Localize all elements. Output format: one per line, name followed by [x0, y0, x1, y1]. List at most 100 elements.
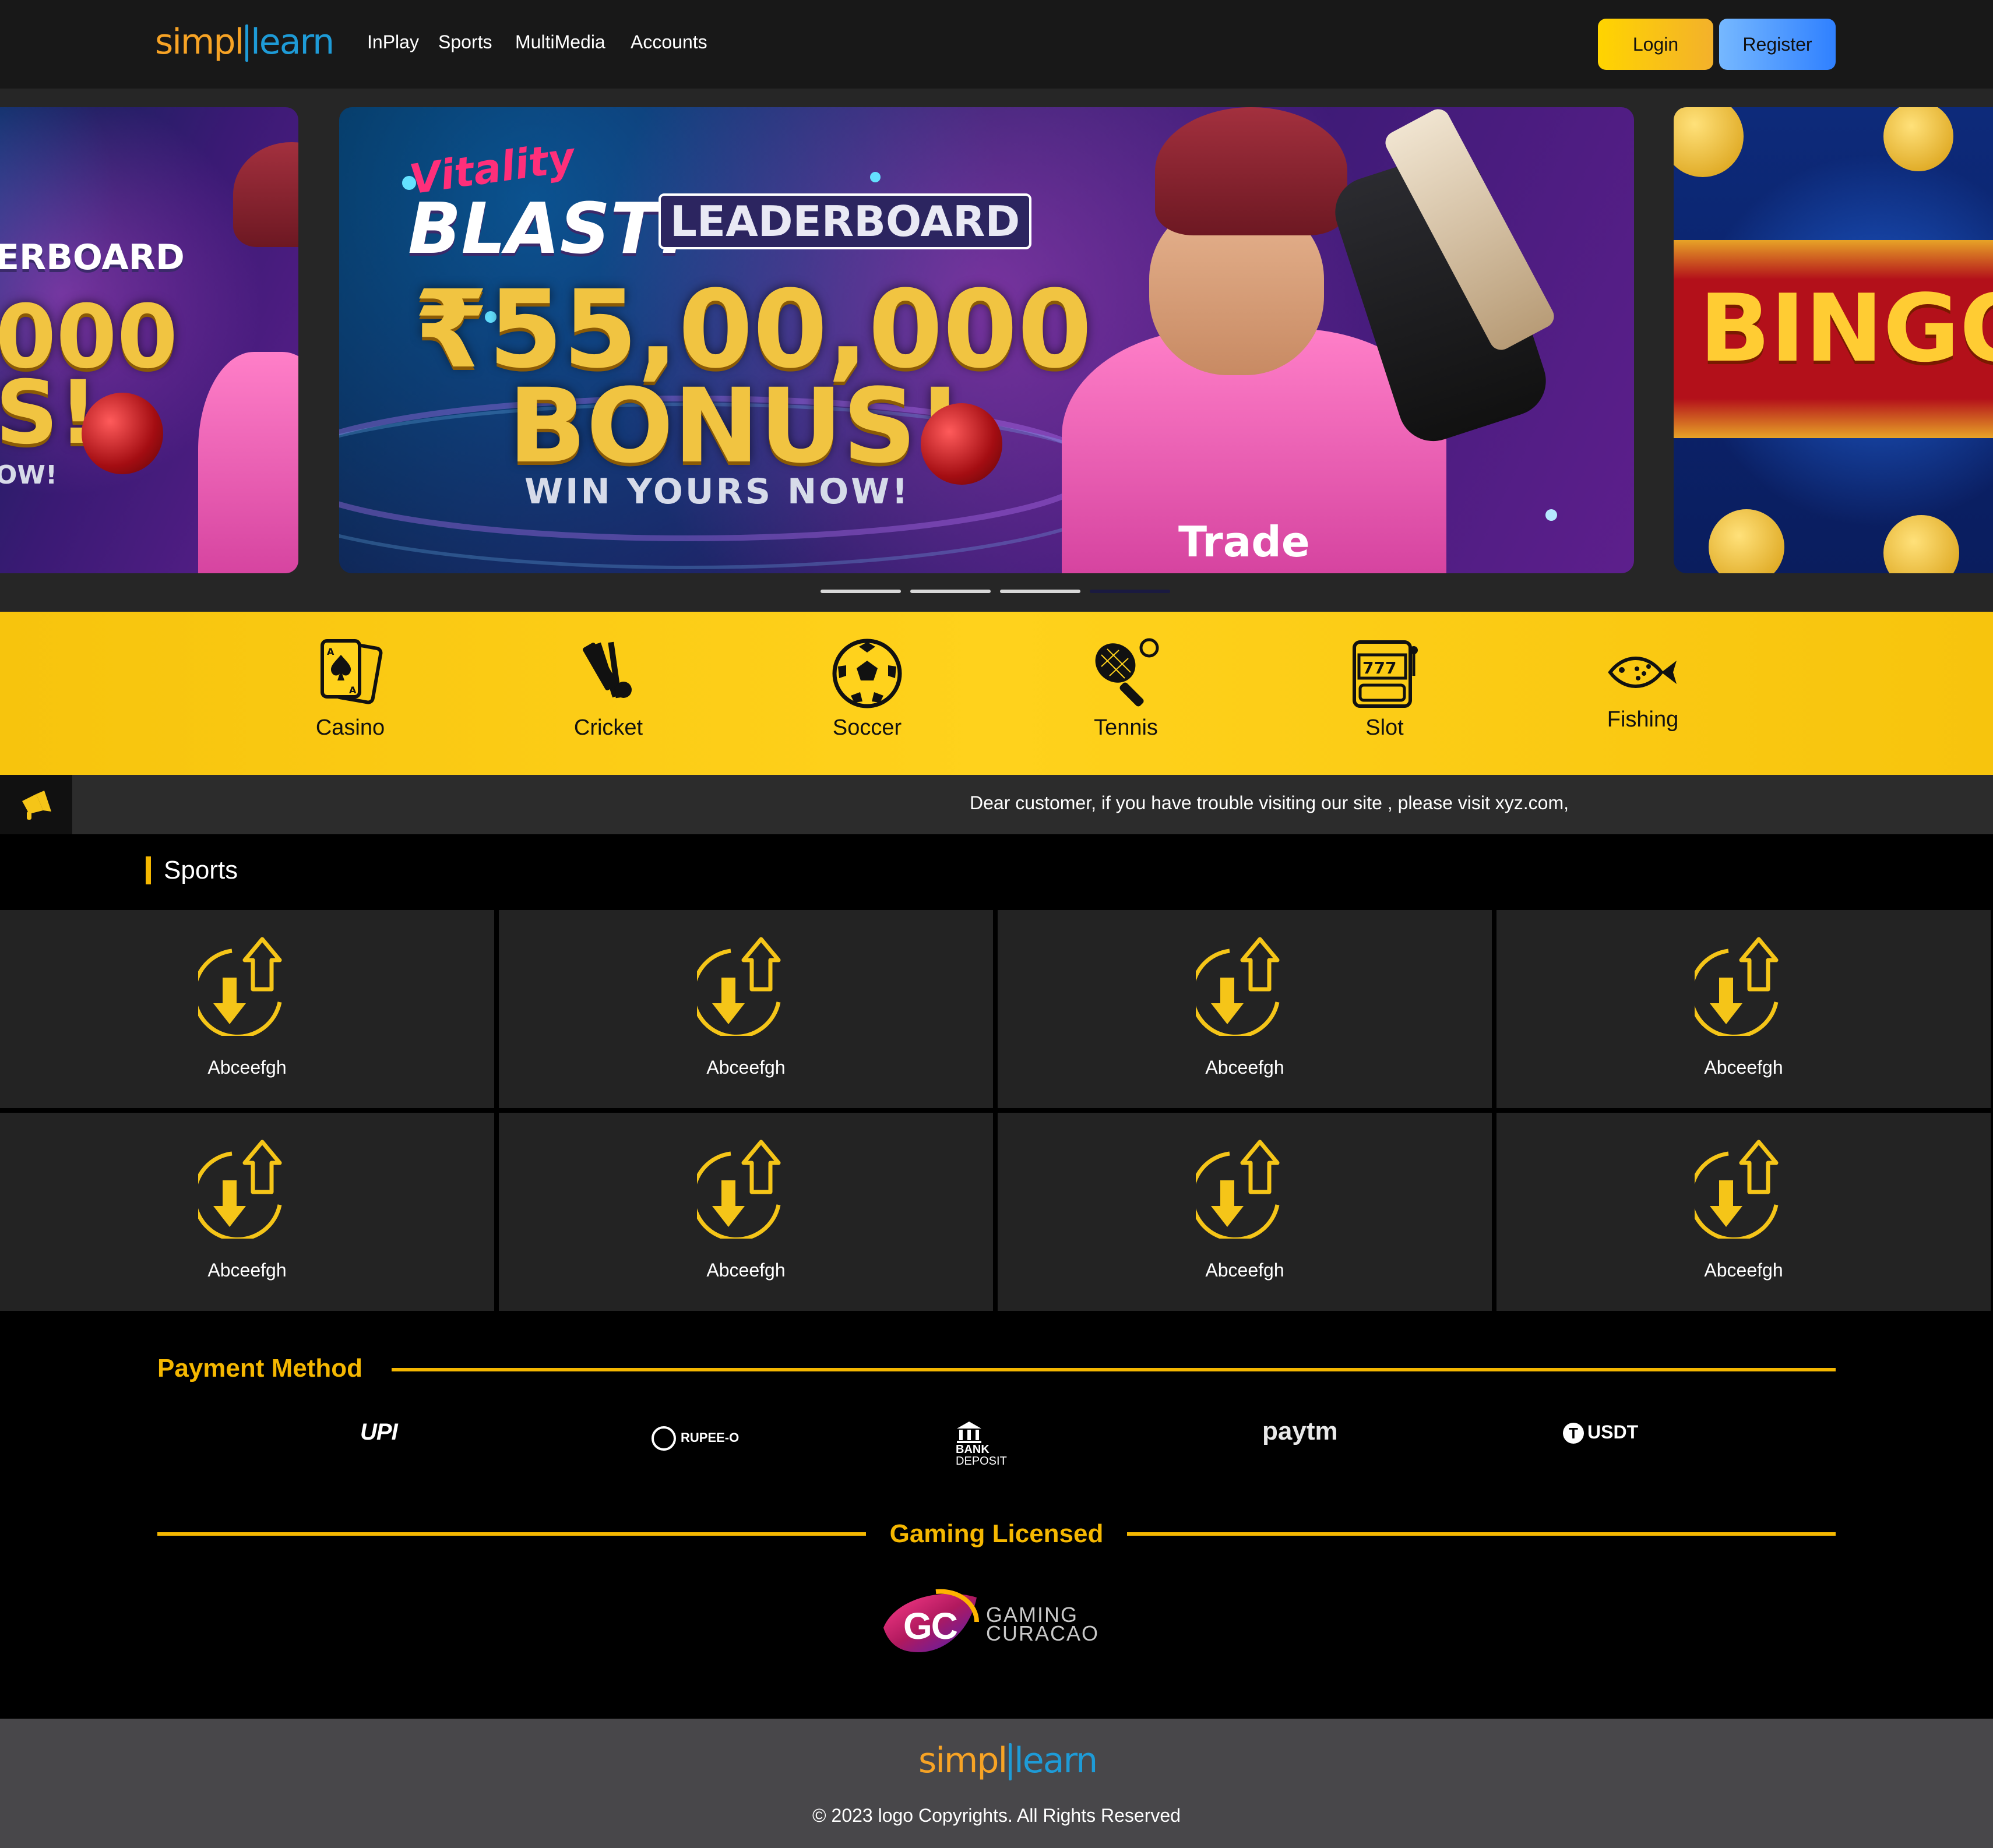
login-button[interactable]: Login: [1598, 19, 1713, 70]
notice-marquee-text: Dear customer, if you have trouble visit…: [970, 792, 1569, 813]
bank-deposit-logo: BANK DEPOSIT: [956, 1420, 1007, 1467]
sport-tile-label: Abceefgh: [1205, 1057, 1284, 1078]
usdt-text: USDT: [1587, 1422, 1639, 1443]
sport-tile-label: Abceefgh: [1704, 1057, 1783, 1078]
carousel-dot-2[interactable]: [910, 590, 991, 593]
rupee-o-logo: RUPEE-O: [652, 1426, 739, 1451]
cricket-ball-image: [82, 393, 163, 474]
sport-tile-label: Abceefgh: [207, 1057, 287, 1078]
transfer-arrows-icon: [198, 937, 282, 1036]
bonus-text: BONUS!: [508, 366, 963, 486]
svg-text:777: 777: [1362, 658, 1396, 678]
category-label: Slot: [1365, 715, 1404, 740]
nav-multimedia[interactable]: MultiMedia: [515, 31, 605, 53]
gold-coin-image: [1883, 515, 1959, 573]
bingo-text: BINGO: [1699, 274, 1993, 383]
rupee-o-text: RUPEE-O: [681, 1430, 740, 1445]
category-label: Cricket: [573, 715, 643, 740]
carousel-slide-previous[interactable]: ERBOARD 000 S! OW!: [0, 107, 298, 573]
win-yours-now-text: WIN YOURS NOW!: [524, 471, 910, 512]
sport-tile-label: Abceefgh: [207, 1260, 287, 1281]
sport-tile-label: Abceefgh: [706, 1260, 786, 1281]
nav-accounts[interactable]: Accounts: [631, 31, 707, 53]
transfer-arrows-icon: [697, 937, 781, 1036]
category-casino[interactable]: A A Casino: [280, 637, 420, 754]
transfer-arrows-icon: [1196, 1140, 1280, 1239]
footer: simpl learn © 2023 logo Copyrights. All R…: [0, 1719, 1993, 1848]
sport-tile-label: Abceefgh: [1704, 1260, 1783, 1281]
category-label: Soccer: [832, 715, 902, 740]
upi-logo: UPI: [360, 1419, 398, 1445]
helmet-image: [233, 142, 298, 247]
category-label: Fishing: [1607, 707, 1679, 732]
carousel-pagination: [821, 590, 1170, 594]
sports-section-title: Sports: [146, 856, 238, 884]
nav-sports[interactable]: Sports: [438, 31, 492, 53]
carousel-dot-3[interactable]: [1000, 590, 1080, 593]
footer-brand-part2: learn: [1014, 1740, 1098, 1781]
svg-text:A: A: [327, 646, 334, 657]
carousel-dot-1[interactable]: [821, 590, 901, 593]
brand-logo[interactable]: simpl learn: [155, 22, 334, 62]
payment-method-title: Payment Method: [157, 1354, 363, 1383]
leaderboard-text: LEADERBOARD: [659, 193, 1032, 249]
sport-tile[interactable]: Abceefgh: [0, 1113, 494, 1311]
category-label: Casino: [315, 715, 385, 740]
carousel-slide-next[interactable]: BINGO: [1674, 107, 1993, 573]
rupee-o-icon: [652, 1426, 676, 1451]
brand-logo-divider: [245, 24, 249, 62]
transfer-arrows-icon: [1196, 937, 1280, 1036]
footer-brand-part1: simpl: [918, 1740, 1008, 1781]
sport-tile[interactable]: Abceefgh: [1496, 1113, 1991, 1311]
fish-icon: [1608, 657, 1677, 688]
category-soccer[interactable]: Soccer: [797, 637, 937, 754]
blast-logo-text: BLAST!: [408, 189, 690, 270]
player-image: [198, 352, 298, 573]
gaming-curacao-text: GAMING CURACAO: [986, 1604, 1099, 1644]
category-strip: A A Casino Cricket Soccer Tennis 777 Slo…: [0, 612, 1993, 775]
gc-badge-letters: GC: [903, 1605, 958, 1647]
category-fishing[interactable]: Fishing: [1573, 637, 1713, 754]
transfer-arrows-icon: [1695, 937, 1779, 1036]
megaphone-icon: [22, 791, 51, 820]
sport-tile[interactable]: Abceefgh: [998, 910, 1492, 1108]
cricket-icon: [583, 641, 632, 699]
notice-icon-box: [0, 775, 72, 834]
notice-bar: Dear customer, if you have trouble visit…: [0, 775, 1993, 834]
sport-tile-label: Abceefgh: [1205, 1260, 1284, 1281]
gold-coin-image: [1674, 107, 1744, 177]
sport-tile[interactable]: Abceefgh: [1496, 910, 1991, 1108]
transfer-arrows-icon: [1695, 1140, 1779, 1239]
nav-inplay[interactable]: InPlay: [367, 31, 419, 53]
category-cricket[interactable]: Cricket: [538, 637, 678, 754]
svg-text:A: A: [349, 685, 357, 696]
brand-logo-part2: learn: [251, 22, 334, 62]
category-label: Tennis: [1094, 715, 1158, 740]
carousel-slide-active[interactable]: Vitality BLAST! LEADERBOARD ₹55,00,000 B…: [339, 107, 1634, 573]
prev-slide-leaderboard: ERBOARD: [0, 237, 185, 278]
category-slot[interactable]: 777 Slot: [1315, 637, 1455, 754]
sport-tile[interactable]: Abceefgh: [499, 1113, 993, 1311]
tether-icon: T: [1563, 1423, 1584, 1444]
footer-brand-logo[interactable]: simpl learn: [918, 1740, 1098, 1781]
banner-carousel[interactable]: ERBOARD 000 S! OW! Vitality BLAST! LEADE…: [0, 89, 1993, 612]
category-tennis[interactable]: Tennis: [1056, 637, 1196, 754]
gold-coin-image: [1709, 509, 1784, 573]
copyright-text: © 2023 logo Copyrights. All Rights Reser…: [812, 1805, 1181, 1826]
usdt-logo: T USDT: [1563, 1422, 1638, 1444]
sport-tile-label: Abceefgh: [706, 1057, 786, 1078]
top-header: simpl learn InPlay Sports MultiMedia Acco…: [0, 0, 1993, 89]
sponsor-text: Trade: [1178, 517, 1310, 566]
prev-slide-cta: OW!: [0, 460, 58, 490]
transfer-arrows-icon: [697, 1140, 781, 1239]
sport-tile[interactable]: Abceefgh: [499, 910, 993, 1108]
sport-tile[interactable]: Abceefgh: [0, 910, 494, 1108]
paytm-logo: paytm: [1262, 1417, 1338, 1445]
footer-brand-divider: [1009, 1743, 1012, 1780]
gold-coin-image: [1883, 107, 1953, 171]
brand-logo-part1: simpl: [155, 22, 244, 62]
player-helmet-image: [1155, 107, 1347, 235]
register-button[interactable]: Register: [1719, 19, 1836, 70]
carousel-dot-4-active[interactable]: [1090, 590, 1170, 593]
sport-tile[interactable]: Abceefgh: [998, 1113, 1492, 1311]
